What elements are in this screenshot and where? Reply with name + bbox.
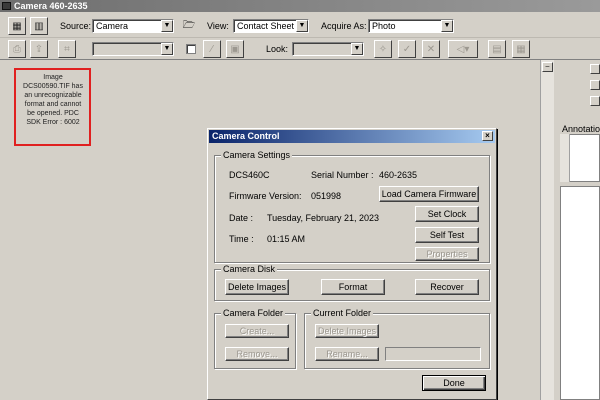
date-value: Tuesday, February 21, 2023: [267, 213, 380, 223]
window-title: Camera 460-2635: [14, 1, 88, 11]
load-firmware-button[interactable]: Load Camera Firmware: [379, 186, 479, 202]
error-line: DCS00590.TIF has: [23, 83, 83, 90]
time-value: 01:15 AM: [267, 234, 306, 244]
grid-icon[interactable]: ▦: [512, 40, 530, 58]
acquire-select[interactable]: Photo ▼: [368, 19, 454, 33]
source-label: Source:: [60, 21, 92, 31]
save-icon[interactable]: ▣: [226, 40, 244, 58]
group-label: Camera Folder: [221, 308, 286, 318]
eyedropper-icon[interactable]: ⁄: [203, 40, 221, 58]
camera-model: DCS460C: [229, 170, 270, 180]
sharpen-icon[interactable]: ✧: [374, 40, 392, 58]
firmware-value: 051998: [311, 191, 342, 201]
acquire-value: Photo: [372, 21, 396, 31]
source-value: Camera: [96, 21, 129, 31]
print-icon[interactable]: ⎙: [8, 40, 26, 58]
close-icon[interactable]: ×: [482, 131, 493, 141]
open-folder-icon[interactable]: 🗁: [180, 17, 198, 35]
serial-label: Serial Number :: [311, 170, 374, 180]
set-clock-button[interactable]: Set Clock: [415, 206, 479, 222]
minus-icon[interactable]: –: [542, 62, 553, 72]
date-label: Date :: [229, 213, 254, 223]
camera-control-dialog: Camera Control × Camera Settings DCS460C…: [207, 128, 497, 400]
error-line: be opened. PDC: [27, 110, 79, 117]
chevron-down-icon[interactable]: ▼: [441, 20, 453, 32]
group-label: Camera Disk: [221, 264, 278, 274]
toolbar-main: ▦ ▥ Source: Camera ▼ 🗁 View: Contact She…: [0, 14, 600, 38]
annotation-label: Annotation: [562, 124, 600, 134]
format-button[interactable]: Format: [321, 279, 385, 295]
crop-icon[interactable]: ⌗: [58, 40, 76, 58]
panel-button-1[interactable]: [590, 64, 600, 74]
source-select[interactable]: Camera ▼: [92, 19, 174, 33]
view-label: View:: [207, 21, 229, 31]
self-test-button[interactable]: Self Test: [415, 227, 479, 243]
view-value: Contact Sheet: [237, 21, 295, 31]
panel-button-2[interactable]: [590, 80, 600, 90]
camera-icon[interactable]: ▦: [8, 17, 26, 35]
chevron-down-icon[interactable]: ▼: [161, 43, 173, 55]
check-icon[interactable]: ✓: [398, 40, 416, 58]
delete-folder-images-button[interactable]: Delete Images: [315, 324, 379, 338]
dialog-title: Camera Control: [212, 131, 280, 141]
panel-button-3[interactable]: [590, 96, 600, 106]
annotation-text-area[interactable]: [560, 186, 600, 400]
create-folder-button[interactable]: Create...: [225, 324, 289, 338]
speaker-icon[interactable]: ◁▾: [448, 40, 478, 58]
annotation-scrollbar[interactable]: [560, 134, 570, 182]
error-line: format and cannot: [24, 101, 82, 108]
error-line: an unrecognizable: [24, 92, 82, 99]
chevron-down-icon[interactable]: ▼: [161, 20, 173, 32]
done-button[interactable]: Done: [422, 375, 486, 391]
window-title-bar[interactable]: Camera 460-2635: [0, 0, 600, 12]
error-line: SDK Error : 6002: [26, 119, 80, 126]
remove-folder-button[interactable]: Remove...: [225, 347, 289, 361]
thumbnail-error-message: Image DCS00590.TIF has an unrecognizable…: [20, 73, 86, 141]
properties-button[interactable]: Properties: [415, 247, 479, 261]
look-label: Look:: [266, 44, 289, 54]
option-checkbox[interactable]: [186, 44, 196, 54]
camera-settings-group: Camera Settings DCS460C Serial Number : …: [214, 150, 490, 263]
current-folder-group: Current Folder Delete Images Rename...: [304, 308, 490, 369]
group-label: Current Folder: [311, 308, 374, 318]
app-icon: [2, 2, 11, 10]
dialog-title-bar[interactable]: Camera Control ×: [209, 130, 495, 143]
secondary-select[interactable]: ▼: [92, 42, 174, 56]
delete-images-button[interactable]: Delete Images: [225, 279, 289, 295]
vertical-scrollbar[interactable]: –: [540, 60, 554, 400]
recover-button[interactable]: Recover: [415, 279, 479, 295]
time-label: Time :: [229, 234, 254, 244]
annotation-panel: Annotation: [556, 124, 600, 400]
camera-folder-group: Camera Folder Create... Remove...: [214, 308, 296, 369]
acquire-label: Acquire As:: [321, 21, 367, 31]
properties-icon[interactable]: ▤: [488, 40, 506, 58]
error-line: Image: [43, 74, 63, 81]
folder-name-field[interactable]: [385, 347, 481, 361]
look-select[interactable]: ▼: [292, 42, 364, 56]
chevron-down-icon[interactable]: ▼: [351, 43, 363, 55]
cancel-icon[interactable]: ✕: [422, 40, 440, 58]
serial-value: 460-2635: [379, 170, 418, 180]
archive-icon[interactable]: ▥: [30, 17, 48, 35]
export-icon[interactable]: ⇪: [30, 40, 48, 58]
chevron-down-icon[interactable]: ▼: [296, 20, 308, 32]
thumbnail-cell[interactable]: Image DCS00590.TIF has an unrecognizable…: [14, 68, 91, 146]
firmware-label: Firmware Version:: [229, 191, 302, 201]
toolbar-secondary: ⎙ ⇪ ⌗ ▼ ⁄ ▣ Look: ▼ ✧ ✓ ✕ ◁▾ ▤ ▦: [0, 38, 600, 60]
view-select[interactable]: Contact Sheet ▼: [233, 19, 309, 33]
camera-disk-group: Camera Disk Delete Images Format Recover: [214, 264, 490, 301]
rename-folder-button[interactable]: Rename...: [315, 347, 379, 361]
group-label: Camera Settings: [221, 150, 293, 160]
